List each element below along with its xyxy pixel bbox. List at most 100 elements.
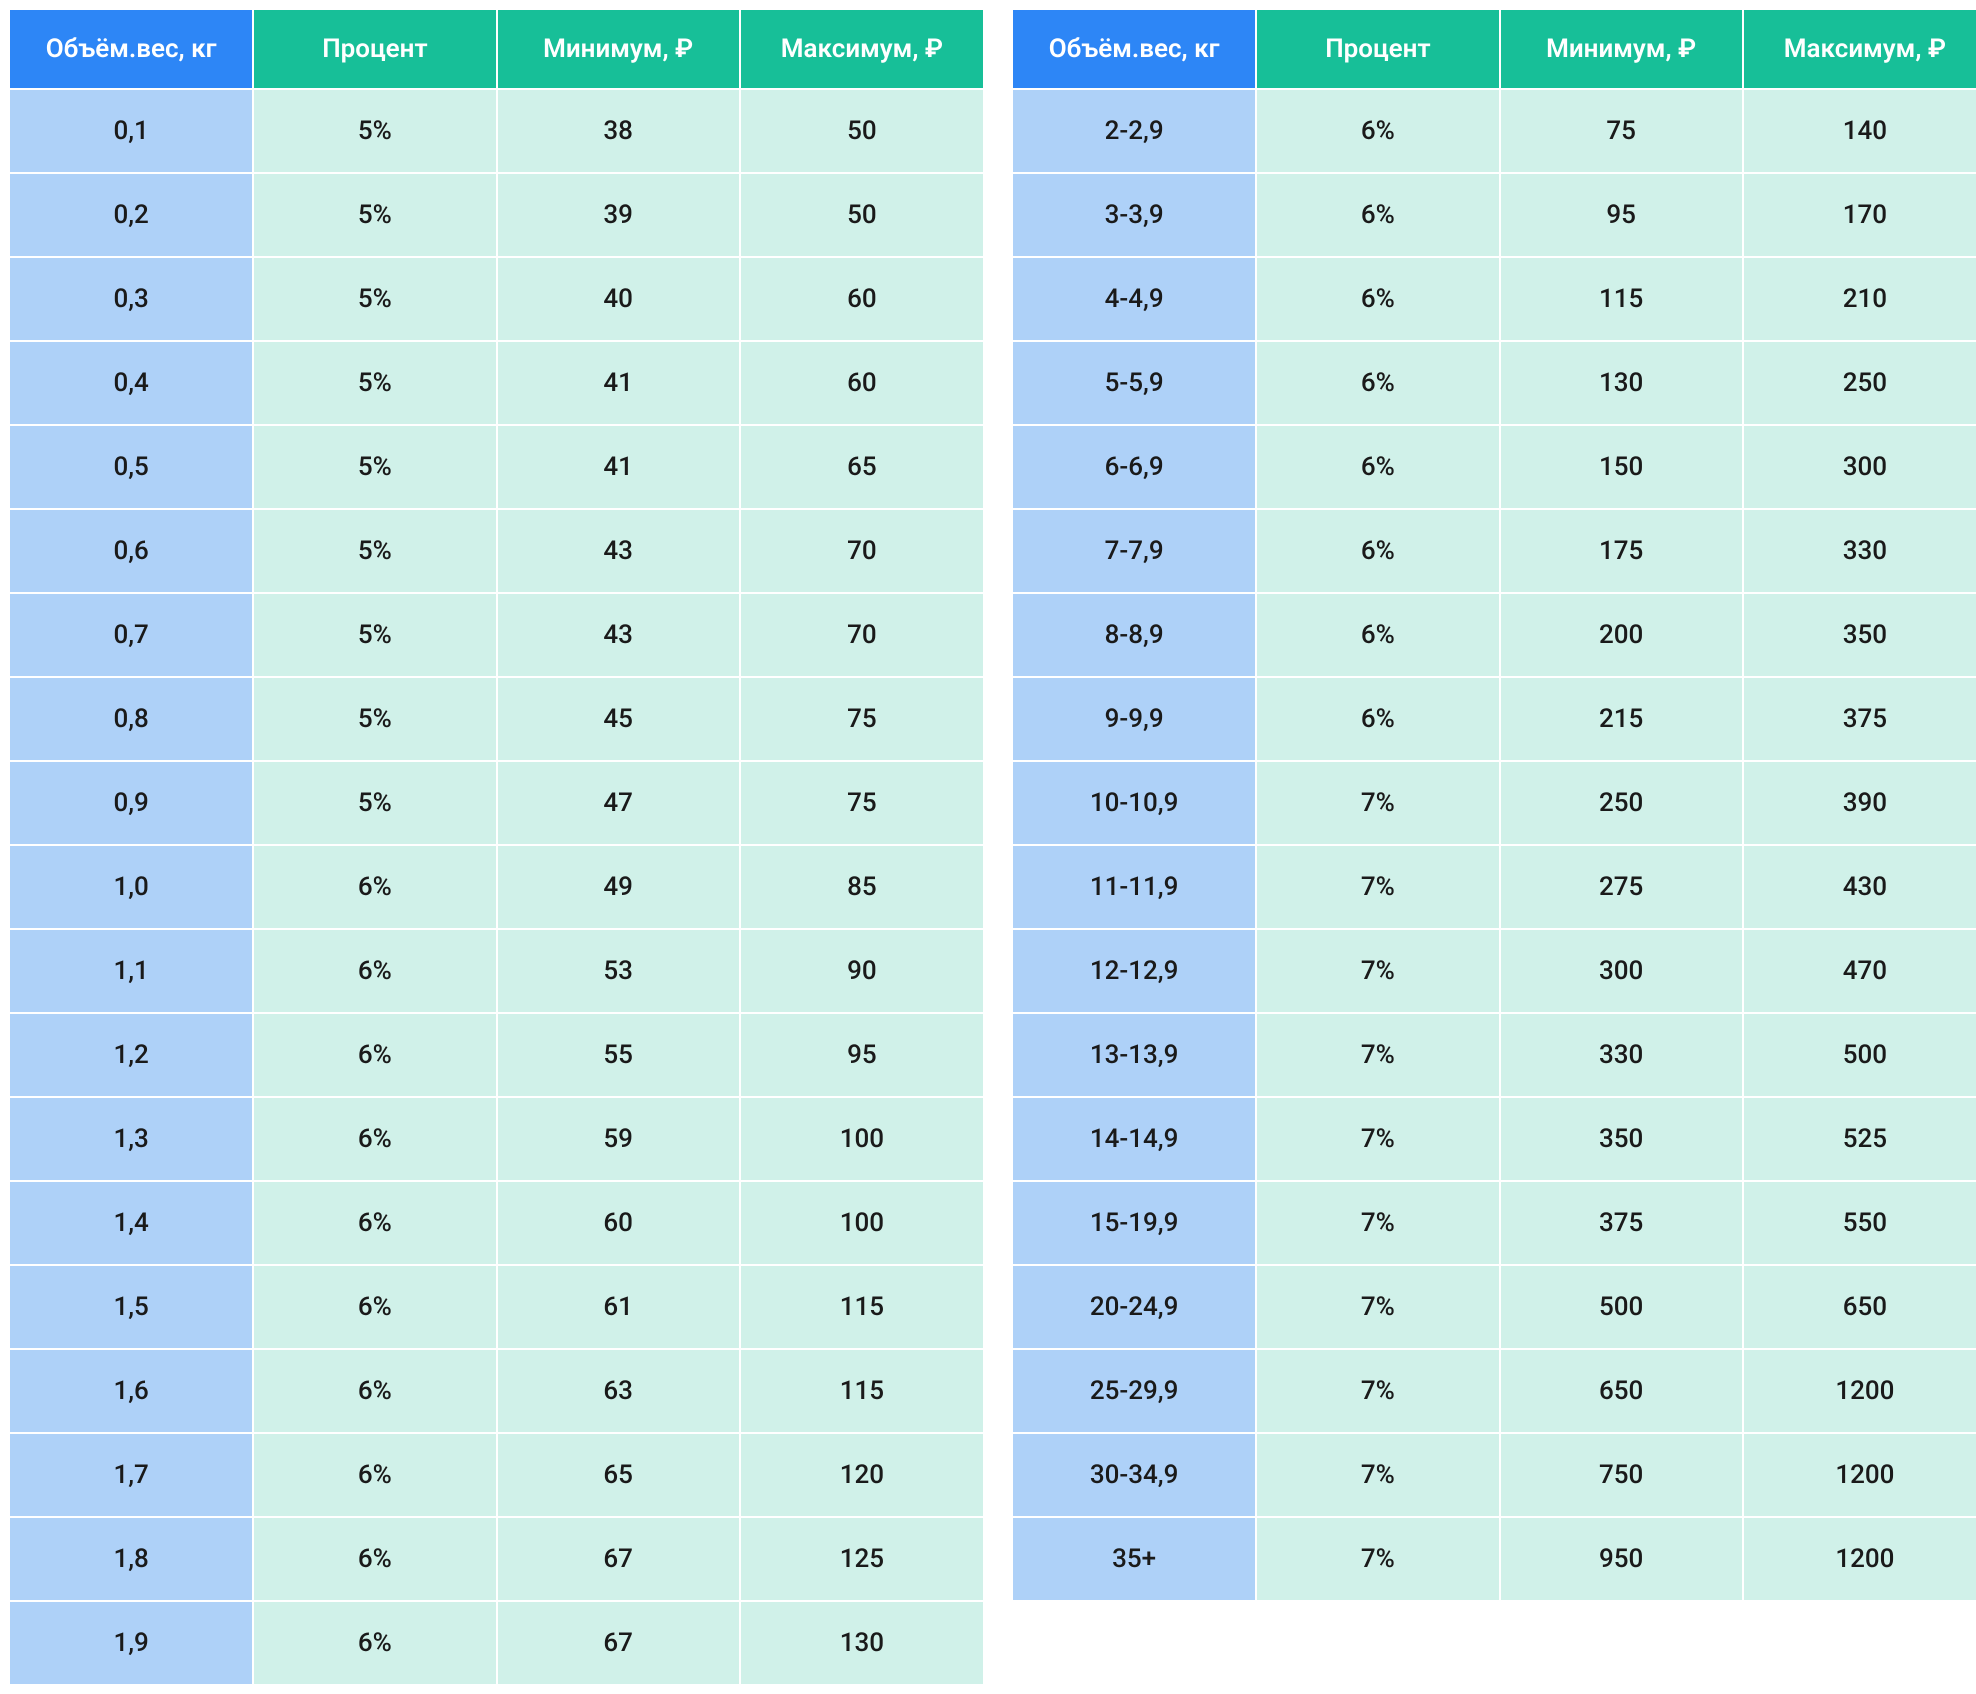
cell-weight: 1,5 [10, 1265, 253, 1349]
table-row: 0,85%4575 [10, 677, 983, 761]
cell-min: 950 [1500, 1517, 1743, 1600]
cell-max: 60 [740, 257, 983, 341]
cell-min: 55 [497, 1013, 740, 1097]
cell-max: 525 [1743, 1097, 1976, 1181]
table-row: 0,35%4060 [10, 257, 983, 341]
cell-percent: 6% [1256, 425, 1499, 509]
header-percent: Процент [1256, 10, 1499, 89]
cell-min: 63 [497, 1349, 740, 1433]
cell-min: 750 [1500, 1433, 1743, 1517]
cell-min: 650 [1500, 1349, 1743, 1433]
cell-percent: 7% [1256, 1265, 1499, 1349]
cell-min: 115 [1500, 257, 1743, 341]
cell-weight: 15-19,9 [1013, 1181, 1256, 1265]
cell-min: 200 [1500, 593, 1743, 677]
table-row: 1,96%67130 [10, 1601, 983, 1684]
cell-percent: 5% [253, 677, 496, 761]
cell-percent: 7% [1256, 1097, 1499, 1181]
cell-percent: 5% [253, 509, 496, 593]
cell-percent: 5% [253, 593, 496, 677]
table-row: 8-8,96%200350 [1013, 593, 1976, 677]
cell-percent: 7% [1256, 1181, 1499, 1265]
cell-percent: 6% [1256, 677, 1499, 761]
cell-weight: 0,6 [10, 509, 253, 593]
cell-percent: 6% [253, 845, 496, 929]
cell-min: 60 [497, 1181, 740, 1265]
cell-percent: 6% [253, 1349, 496, 1433]
table-row: 3-3,96%95170 [1013, 173, 1976, 257]
table-row: 0,15%3850 [10, 89, 983, 173]
cell-percent: 5% [253, 173, 496, 257]
table-row: 0,55%4165 [10, 425, 983, 509]
cell-max: 1200 [1743, 1349, 1976, 1433]
cell-weight: 14-14,9 [1013, 1097, 1256, 1181]
pricing-table-left: Объём.вес, кг Процент Минимум, ₽ Максиму… [10, 10, 983, 1684]
cell-max: 50 [740, 89, 983, 173]
cell-percent: 7% [1256, 845, 1499, 929]
cell-percent: 6% [253, 1097, 496, 1181]
table-row: 12-12,97%300470 [1013, 929, 1976, 1013]
cell-percent: 6% [253, 1517, 496, 1601]
cell-min: 43 [497, 593, 740, 677]
cell-max: 75 [740, 677, 983, 761]
cell-percent: 6% [253, 1013, 496, 1097]
cell-max: 85 [740, 845, 983, 929]
cell-percent: 6% [253, 1181, 496, 1265]
cell-max: 375 [1743, 677, 1976, 761]
cell-percent: 6% [253, 1601, 496, 1684]
table-row: 2-2,96%75140 [1013, 89, 1976, 173]
table-row: 25-29,97%6501200 [1013, 1349, 1976, 1433]
table-header-row: Объём.вес, кг Процент Минимум, ₽ Максиму… [1013, 10, 1976, 89]
cell-max: 125 [740, 1517, 983, 1601]
cell-weight: 1,1 [10, 929, 253, 1013]
cell-min: 300 [1500, 929, 1743, 1013]
cell-weight: 0,4 [10, 341, 253, 425]
table-row: 30-34,97%7501200 [1013, 1433, 1976, 1517]
cell-max: 60 [740, 341, 983, 425]
cell-min: 250 [1500, 761, 1743, 845]
cell-percent: 7% [1256, 1517, 1499, 1600]
cell-percent: 5% [253, 761, 496, 845]
cell-max: 470 [1743, 929, 1976, 1013]
cell-percent: 6% [1256, 593, 1499, 677]
table-row: 15-19,97%375550 [1013, 1181, 1976, 1265]
cell-min: 350 [1500, 1097, 1743, 1181]
cell-max: 140 [1743, 89, 1976, 173]
cell-min: 67 [497, 1517, 740, 1601]
cell-min: 275 [1500, 845, 1743, 929]
cell-weight: 13-13,9 [1013, 1013, 1256, 1097]
cell-min: 45 [497, 677, 740, 761]
cell-percent: 5% [253, 257, 496, 341]
cell-weight: 0,2 [10, 173, 253, 257]
cell-max: 70 [740, 593, 983, 677]
cell-min: 40 [497, 257, 740, 341]
cell-max: 115 [740, 1349, 983, 1433]
header-weight: Объём.вес, кг [10, 10, 253, 89]
tables-container: Объём.вес, кг Процент Минимум, ₽ Максиму… [10, 10, 1976, 1684]
table-right-wrap: Объём.вес, кг Процент Минимум, ₽ Максиму… [1013, 10, 1976, 1684]
cell-weight: 1,3 [10, 1097, 253, 1181]
cell-max: 250 [1743, 341, 1976, 425]
cell-percent: 5% [253, 425, 496, 509]
table-row: 1,16%5390 [10, 929, 983, 1013]
table-row: 4-4,96%115210 [1013, 257, 1976, 341]
cell-weight: 35+ [1013, 1517, 1256, 1600]
cell-percent: 6% [253, 1433, 496, 1517]
cell-max: 65 [740, 425, 983, 509]
cell-percent: 6% [1256, 257, 1499, 341]
cell-min: 375 [1500, 1181, 1743, 1265]
cell-max: 210 [1743, 257, 1976, 341]
table-row: 11-11,97%275430 [1013, 845, 1976, 929]
cell-max: 500 [1743, 1013, 1976, 1097]
cell-max: 1200 [1743, 1517, 1976, 1600]
cell-percent: 6% [253, 929, 496, 1013]
table-row: 35+7%9501200 [1013, 1517, 1976, 1600]
cell-percent: 6% [1256, 89, 1499, 173]
table-row: 1,56%61115 [10, 1265, 983, 1349]
cell-weight: 1,2 [10, 1013, 253, 1097]
cell-weight: 0,5 [10, 425, 253, 509]
cell-weight: 11-11,9 [1013, 845, 1256, 929]
table-row: 9-9,96%215375 [1013, 677, 1976, 761]
cell-weight: 0,1 [10, 89, 253, 173]
cell-max: 170 [1743, 173, 1976, 257]
